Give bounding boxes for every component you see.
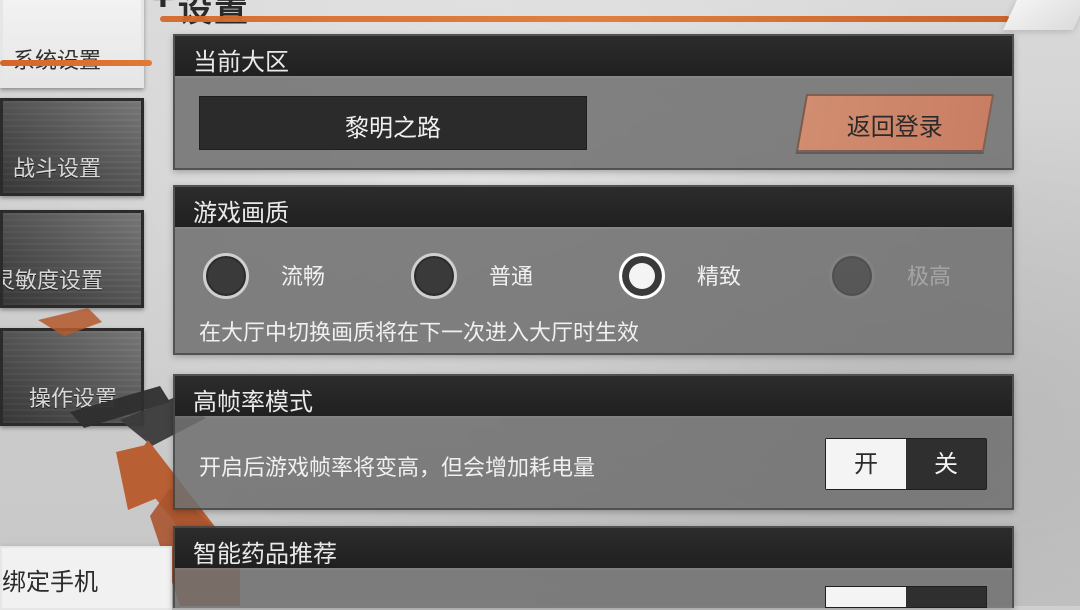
graphics-quality-options: 流畅 普通 精致 极高 <box>199 253 989 309</box>
panel-title-bar: 高帧率模式 <box>175 376 1012 418</box>
panel-title: 游戏画质 <box>193 199 289 227</box>
quality-label-normal: 普通 <box>489 265 534 290</box>
current-server-field: 黎明之路 <box>199 96 587 150</box>
header-underline <box>160 16 1010 22</box>
bind-phone-label: 绑定手机 <box>2 568 98 596</box>
panel-title: 当前大区 <box>193 48 289 76</box>
panel-title: 智能药品推荐 <box>193 540 337 568</box>
quality-label-refined: 精致 <box>697 265 742 290</box>
panel-high-fps: 高帧率模式 开启后游戏帧率将变高，但会增加耗电量 开 关 <box>173 374 1014 510</box>
sidebar-item-label: 灵敏度设置 <box>0 269 104 294</box>
quality-change-note: 在大厅中切换画质将在下一次进入大厅时生效 <box>199 321 640 346</box>
return-login-label: 返回登录 <box>846 113 943 141</box>
paper-corner <box>1003 0 1080 30</box>
quality-label-ultra: 极高 <box>907 265 952 290</box>
panel-current-server: 当前大区 黎明之路 返回登录 <box>173 34 1014 170</box>
high-fps-description: 开启后游戏帧率将变高，但会增加耗电量 <box>199 456 596 481</box>
toggle-on-segment[interactable] <box>826 587 906 607</box>
sidebar-item-label: 战斗设置 <box>13 157 102 182</box>
settings-header: ✚ 设置 <box>152 0 1080 34</box>
quality-radio-normal[interactable] <box>411 253 457 299</box>
panel-title: 高帧率模式 <box>193 388 313 416</box>
sidebar-item-sensitivity-settings[interactable]: 灵敏度设置 <box>0 210 144 308</box>
smart-meds-toggle[interactable] <box>825 586 987 608</box>
quality-label-smooth: 流畅 <box>281 265 326 290</box>
quality-radio-refined[interactable] <box>619 253 665 299</box>
sidebar-item-system-settings[interactable]: 系统设置 <box>0 0 144 88</box>
bind-phone-button[interactable]: 绑定手机 <box>0 546 172 610</box>
sidebar-active-underline <box>0 60 152 66</box>
toggle-on-segment[interactable]: 开 <box>826 439 906 489</box>
sidebar-item-label: 系统设置 <box>13 43 101 75</box>
quality-radio-smooth[interactable] <box>203 253 249 299</box>
toggle-off-segment[interactable]: 关 <box>906 439 986 489</box>
panel-graphics-quality: 游戏画质 流畅 普通 精致 极高 在大厅中切换画质将在下一次进入大厅时生效 <box>173 185 1014 355</box>
sidebar: 系统设置 战斗设置 灵敏度设置 操作设置 绑定手机 <box>0 0 240 610</box>
high-fps-toggle[interactable]: 开 关 <box>825 438 987 490</box>
panel-smart-meds: 智能药品推荐 <box>173 526 1014 608</box>
current-server-value: 黎明之路 <box>345 114 441 142</box>
sidebar-item-battle-settings[interactable]: 战斗设置 <box>0 98 144 196</box>
return-login-button[interactable]: 返回登录 <box>795 94 995 152</box>
panel-title-bar: 当前大区 <box>175 36 1012 78</box>
quality-radio-ultra <box>829 253 875 299</box>
panel-title-bar: 智能药品推荐 <box>175 528 1012 570</box>
panel-title-bar: 游戏画质 <box>175 187 1012 229</box>
